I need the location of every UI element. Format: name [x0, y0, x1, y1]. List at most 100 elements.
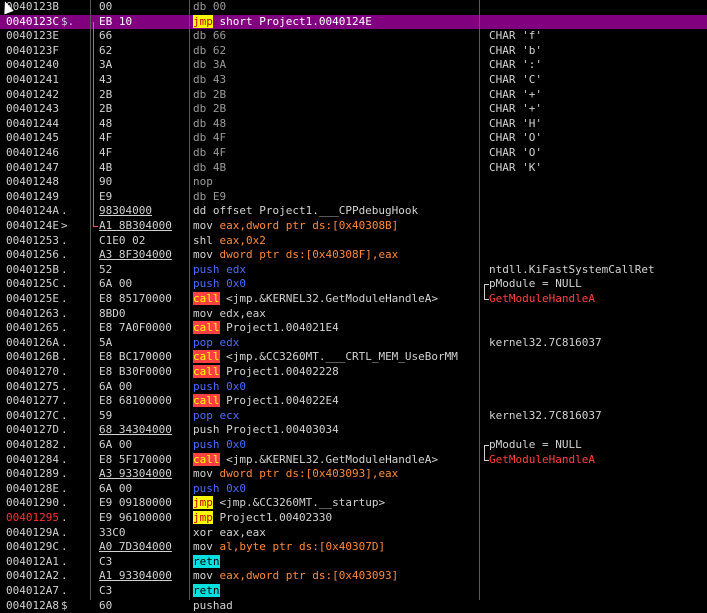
address-cell: 004012A1: [6, 554, 59, 568]
hex-dump-cell: 48: [99, 116, 113, 130]
table-row[interactable]: 00401243 2B db 2B CHAR '+': [0, 102, 707, 117]
table-row[interactable]: 00401242 2B db 2B CHAR '+': [0, 88, 707, 103]
operands: db 4F: [193, 146, 227, 159]
disassembly-cell: call <jmp.&KERNEL32.GetModuleHandleA>: [193, 452, 479, 468]
comment-cell: [489, 175, 707, 190]
table-row[interactable]: 00401240 3A db 3A CHAR ':': [0, 58, 707, 73]
hex-dump-cell: 62: [99, 43, 113, 57]
table-row[interactable]: 00401253. C1E0 02 shl eax,0x2: [0, 234, 707, 249]
table-row[interactable]: 00401282. 6A 00 push 0x0 pModule = NULL: [0, 438, 707, 454]
table-row[interactable]: 00401249 E9 db E9: [0, 190, 707, 205]
jump-marker: .: [61, 438, 68, 451]
table-row[interactable]: 0040129A. 33C0 xor eax,eax: [0, 526, 707, 541]
table-row[interactable]: 0040129C. A0 7D304000 mov al,byte ptr ds:[…: [0, 540, 707, 555]
mnemonic: mov: [193, 219, 213, 232]
table-row[interactable]: 00401246 4F db 4F CHAR 'O': [0, 146, 707, 161]
table-row[interactable]: 0040123F 62 db 62 CHAR 'b': [0, 44, 707, 59]
table-row[interactable]: 0040125E. E8 85170000 call <jmp.&KERNEL32.…: [0, 292, 707, 307]
hex-dump-cell: 5A: [99, 335, 113, 349]
hex-dump-cell: 4F: [99, 131, 113, 145]
operands: db 00: [193, 0, 227, 13]
hex-dump-cell: 33C0: [99, 525, 126, 539]
table-row[interactable]: 00401244 48 db 48 CHAR 'H': [0, 117, 707, 132]
table-row[interactable]: 00401241 43 db 43 CHAR 'C': [0, 73, 707, 88]
comment-cell: CHAR '+': [489, 102, 542, 116]
address-cell: 004012A2: [6, 569, 59, 583]
address-cell: 00401248: [6, 175, 59, 189]
address-cell: 0040123C: [6, 14, 59, 28]
comment-cell: [489, 204, 707, 219]
address-cell: 0040126A: [6, 335, 59, 349]
table-row[interactable]: 00401277. E8 68100000 call Project1.004022…: [0, 394, 707, 409]
hex-dump-cell: C1E0 02: [99, 233, 146, 247]
table-row[interactable]: 0040128E. 6A 00 push 0x0: [0, 482, 707, 497]
jump-marker: [61, 102, 79, 117]
table-row[interactable]: 004012A1. C3 retn: [0, 554, 707, 570]
table-row[interactable]: 004012A7. C3 retn: [0, 584, 707, 599]
hex-dump-cell: 6A 00: [99, 379, 133, 393]
table-row[interactable]: 00401248 90 nop: [0, 175, 707, 190]
table-row[interactable]: 00401245 4F db 4F CHAR 'O': [0, 131, 707, 146]
table-row[interactable]: 0040123C $. EB 10 jmp short Project1.004012…: [0, 14, 707, 30]
comment-cell: kernel32.7C816037: [489, 335, 602, 349]
disassembly-pane[interactable]: 0040123B 00 db 00 0040123C $. EB 10 jmp short …: [0, 0, 707, 612]
disassembly-cell: db 2B: [193, 102, 479, 117]
address-cell: 00401253: [6, 233, 59, 247]
comment-cell: [489, 569, 707, 584]
table-row[interactable]: 00401265. E8 7A0F0000 call Project1.004021…: [0, 321, 707, 336]
comment-cell: CHAR 'K': [489, 160, 542, 174]
disassembly-cell: db 62: [193, 44, 479, 59]
comment-cell: kernel32.7C816037: [489, 408, 602, 422]
table-row[interactable]: 0040123E 66 db 66 CHAR 'f': [0, 29, 707, 44]
jump-marker: [61, 117, 79, 132]
disassembly-cell: db 66: [193, 29, 479, 44]
disassembly-cell: mov dword ptr ds:[0x403093],eax: [193, 467, 479, 482]
table-row[interactable]: 00401270. E8 B30F0000 call Project1.004022…: [0, 365, 707, 380]
disassembly-cell: mov edx,eax: [193, 307, 479, 322]
column-separator[interactable]: [189, 0, 190, 600]
table-row[interactable]: 0040127D. 68 34304000 push Project1.004030…: [0, 423, 707, 438]
jump-marker: .: [61, 365, 68, 378]
table-row[interactable]: 0040124E > A1 8B304000 mov eax,dword ptr ds…: [0, 219, 707, 234]
operands: 0x0: [219, 481, 246, 495]
operands: <jmp.&KERNEL32.GetModuleHandleA>: [219, 292, 439, 305]
disassembly-cell: db E9: [193, 190, 479, 205]
table-row[interactable]: 00401284. E8 5F170000 call <jmp.&KERNEL32.…: [0, 452, 707, 468]
table-row[interactable]: 0040125B. 52 push edx ntdll.KiFastSystemCal…: [0, 263, 707, 278]
table-row[interactable]: 00401295. E9 96100000 jmp Project1.0040233…: [0, 511, 707, 526]
hex-dump-cell: E9 09180000: [99, 496, 172, 510]
column-separator[interactable]: [90, 0, 91, 600]
hex-dump-cell: E8 5F170000: [99, 452, 172, 466]
table-row[interactable]: 0040126A. 5A pop edx kernel32.7C816037: [0, 336, 707, 351]
table-row[interactable]: 00401289. A3 93304000 mov dword ptr ds:[0x…: [0, 467, 707, 482]
table-row[interactable]: 00401256. A3 8F304000 mov dword ptr ds:[0x…: [0, 248, 707, 263]
mnemonic: push: [193, 481, 220, 495]
table-row[interactable]: 004012A8 $60 pushad: [0, 599, 707, 613]
disassembly-cell: pop edx: [193, 336, 479, 351]
disassembly-cell: db 3A: [193, 58, 479, 73]
address-cell: 00401247: [6, 160, 59, 174]
jump-marker: $.: [61, 14, 75, 28]
table-row[interactable]: 00401275. 6A 00 push 0x0: [0, 380, 707, 395]
table-row[interactable]: 0040126B. E8 BC170000 call <jmp.&CC3260MT.…: [0, 350, 707, 365]
operands: dword ptr ds:[0x403093],eax: [212, 467, 399, 481]
address-cell: 0040125E: [6, 292, 59, 305]
disassembly-cell: jmp short Project1.0040124E: [193, 14, 479, 30]
table-row[interactable]: 0040124A. 98304000 dd offset Project1.___C…: [0, 204, 707, 219]
table-row[interactable]: 00401263. 8BD0 mov edx,eax: [0, 307, 707, 322]
disassembly-cell: push 0x0: [193, 277, 479, 292]
table-row[interactable]: 0040127C. 59 pop ecx kernel32.7C816037: [0, 409, 707, 424]
table-row[interactable]: 0040123B 00 db 00: [0, 0, 707, 15]
table-row[interactable]: 0040125C. 6A 00 push 0x0 pModule = NULL: [0, 277, 707, 294]
hex-dump-cell: 2B: [99, 102, 113, 116]
comment-cell: [489, 234, 707, 249]
table-row[interactable]: 004012A2. A1 93304000 mov eax,dword ptr ds…: [0, 569, 707, 584]
address-cell: 0040127C: [6, 408, 59, 422]
column-separator[interactable]: [479, 0, 480, 600]
arg-bracket: [484, 292, 489, 300]
disassembly-cell: call <jmp.&CC3260MT.___CRTL_MEM_UseBorMM: [193, 350, 479, 365]
disassembly-cell: call <jmp.&KERNEL32.GetModuleHandleA>: [193, 292, 479, 307]
table-row[interactable]: 00401247 4B db 4B CHAR 'K': [0, 161, 707, 176]
jump-arrow: [93, 21, 94, 226]
table-row[interactable]: 00401290. E9 09180000 jmp <jmp.&CC3260MT._…: [0, 496, 707, 511]
